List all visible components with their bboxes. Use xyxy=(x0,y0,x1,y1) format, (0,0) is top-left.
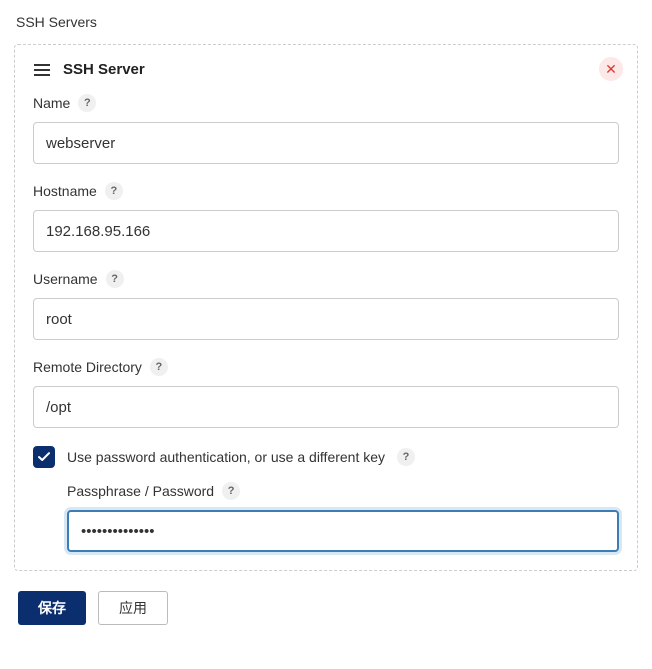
use-password-label: Use password authentication, or use a di… xyxy=(67,449,385,465)
hostname-input[interactable] xyxy=(33,210,619,252)
panel-title: SSH Server xyxy=(63,61,145,78)
help-icon[interactable]: ? xyxy=(106,270,124,288)
name-input[interactable] xyxy=(33,122,619,164)
name-label: Name xyxy=(33,95,70,111)
panel-header: SSH Server xyxy=(33,61,619,78)
remote-directory-input[interactable] xyxy=(33,386,619,428)
passphrase-label: Passphrase / Password xyxy=(67,483,214,499)
drag-handle-icon[interactable] xyxy=(33,63,51,77)
page-title: SSH Servers xyxy=(14,14,638,30)
help-icon[interactable]: ? xyxy=(78,94,96,112)
hostname-label: Hostname xyxy=(33,183,97,199)
passphrase-input[interactable] xyxy=(67,510,619,552)
ssh-server-panel: SSH Server ✕ Name ? Hostname ? Username … xyxy=(14,44,638,571)
help-icon[interactable]: ? xyxy=(397,448,415,466)
save-button[interactable]: 保存 xyxy=(18,591,86,625)
check-icon xyxy=(38,452,50,462)
username-label: Username xyxy=(33,271,98,287)
help-icon[interactable]: ? xyxy=(222,482,240,500)
help-icon[interactable]: ? xyxy=(105,182,123,200)
remote-directory-label: Remote Directory xyxy=(33,359,142,375)
field-remote-directory: Remote Directory ? xyxy=(33,358,619,428)
username-input[interactable] xyxy=(33,298,619,340)
close-button[interactable]: ✕ xyxy=(599,57,623,81)
field-username: Username ? xyxy=(33,270,619,340)
use-password-checkbox[interactable] xyxy=(33,446,55,468)
help-icon[interactable]: ? xyxy=(150,358,168,376)
close-icon: ✕ xyxy=(605,62,617,76)
field-name: Name ? xyxy=(33,94,619,164)
footer-buttons: 保存 应用 xyxy=(14,591,638,625)
use-password-row: Use password authentication, or use a di… xyxy=(33,446,619,468)
field-hostname: Hostname ? xyxy=(33,182,619,252)
field-passphrase: Passphrase / Password ? xyxy=(67,482,619,552)
apply-button[interactable]: 应用 xyxy=(98,591,168,625)
